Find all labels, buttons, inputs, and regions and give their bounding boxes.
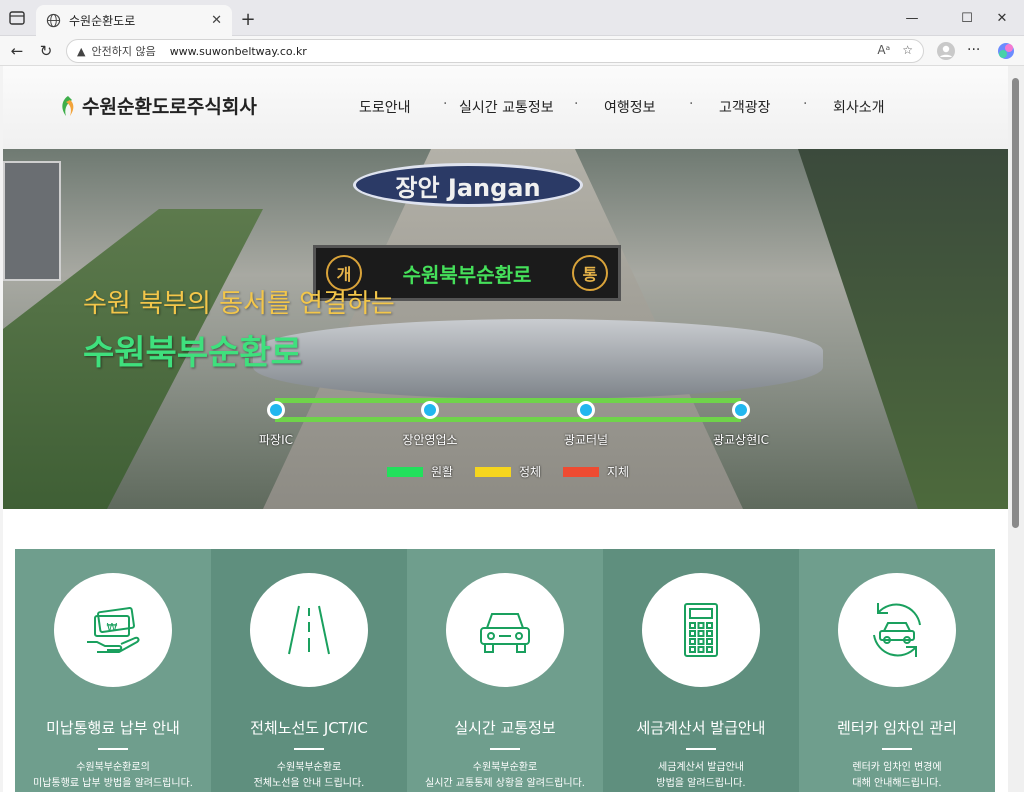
legend-label: 원활: [431, 465, 454, 479]
legend-swatch-delayed: [563, 466, 599, 477]
service-title: 전체노선도 JCT/IC: [250, 719, 368, 738]
address-bar[interactable]: ▲ 안전하지 않음 www.suwonbeltway.co.kr Aᵃ ☆: [66, 39, 924, 63]
address-bar-row: ← ↻ ▲ 안전하지 않음 www.suwonbeltway.co.kr Aᵃ …: [0, 36, 1024, 66]
route-label: 광교상현IC: [712, 433, 770, 447]
divider: [490, 748, 520, 750]
service-route-map[interactable]: 전체노선도 JCT/IC 수원북부순환로 전체노선을 안내 드립니다.: [211, 549, 407, 792]
legend-swatch-congested: [475, 466, 511, 477]
divider: [294, 748, 324, 750]
legend-label: 정체: [519, 465, 542, 479]
service-title: 렌터카 임차인 관리: [837, 719, 957, 738]
nav-realtime-traffic[interactable]: 실시간 교통정보: [459, 97, 554, 117]
web-page: 수원순환도로주식회사 도로안내 · 실시간 교통정보 · 여행정보 · 고객광장…: [3, 66, 1008, 792]
service-description: 렌터카 임차인 변경에 대해 안내해드립니다.: [852, 762, 942, 789]
minimize-button[interactable]: —: [890, 0, 934, 36]
service-rental-car[interactable]: 렌터카 임차인 관리 렌터카 임차인 변경에 대해 안내해드립니다.: [799, 549, 995, 792]
close-tab-icon[interactable]: ✕: [211, 13, 222, 28]
legend-smooth: 원활: [387, 463, 453, 480]
svg-text:₩: ₩: [107, 621, 118, 634]
globe-icon: [46, 13, 61, 28]
route-node-gwanggyo-tunnel[interactable]: [577, 401, 595, 419]
service-unpaid-toll[interactable]: ₩ 미납통행료 납부 안내 수원북부순환로의 미납통행료 납부 방법을 알려드립…: [15, 549, 211, 792]
close-window-button[interactable]: ✕: [980, 0, 1024, 36]
divider: [882, 748, 912, 750]
service-title: 미납통행료 납부 안내: [46, 719, 180, 738]
back-button[interactable]: ←: [5, 40, 29, 62]
legend-swatch-smooth: [387, 466, 423, 477]
page-scrollbar[interactable]: [1008, 66, 1024, 792]
calculator-icon: [642, 573, 760, 688]
legend-delayed: 지체: [563, 463, 629, 480]
scrollbar-thumb[interactable]: [1012, 78, 1019, 528]
hero-subtitle: 수원 북부의 동서를 연결하는: [83, 289, 395, 319]
profile-avatar-icon[interactable]: [936, 41, 956, 61]
security-warning[interactable]: 안전하지 않음: [91, 43, 155, 59]
logo-text: 수원순환도로주식회사: [82, 96, 257, 118]
nav-separator: ·: [689, 96, 694, 112]
route-node-gwanggyo-sanghyeon[interactable]: [732, 401, 750, 419]
warning-icon: ▲: [77, 44, 86, 58]
tab-title: 수원순환도로: [69, 14, 136, 28]
logo-leaf-icon: [62, 95, 74, 116]
new-tab-button[interactable]: +: [236, 7, 260, 31]
divider: [98, 748, 128, 750]
route-label: 광교터널: [563, 433, 609, 447]
vms-right-char: 통: [572, 255, 608, 291]
copilot-icon[interactable]: [996, 41, 1016, 61]
road-icon: [250, 573, 368, 688]
nav-separator: ·: [803, 96, 808, 112]
browser-tab-bar: 수원순환도로 ✕ + — ☐ ✕: [0, 0, 1024, 36]
service-menu: ₩ 미납통행료 납부 안내 수원북부순환로의 미납통행료 납부 방법을 알려드립…: [15, 549, 997, 792]
read-aloud-icon[interactable]: Aᵃ: [877, 43, 890, 57]
rental-car-icon: [838, 573, 956, 688]
route-label: 파장IC: [259, 433, 293, 447]
route-label: 장안영업소: [402, 433, 458, 447]
nav-customer-plaza[interactable]: 고객광장: [719, 97, 771, 117]
browser-tab[interactable]: 수원순환도로 ✕: [36, 5, 232, 36]
service-title: 세금계산서 발급안내: [636, 719, 766, 738]
service-title: 실시간 교통정보: [454, 719, 556, 738]
nav-separator: ·: [574, 96, 579, 112]
route-node-jangan[interactable]: [421, 401, 439, 419]
car-icon: [446, 573, 564, 688]
service-tax-invoice[interactable]: 세금계산서 발급안내 세금계산서 발급안내 방법을 알려드립니다.: [603, 549, 799, 792]
vms-text: 수원북부순환로: [402, 262, 532, 287]
nav-travel-info[interactable]: 여행정보: [604, 97, 656, 117]
nav-road-guide[interactable]: 도로안내: [359, 97, 411, 117]
legend-label: 지체: [607, 465, 630, 479]
nav-separator: ·: [443, 96, 448, 112]
favorite-star-icon[interactable]: ☆: [902, 43, 913, 57]
route-node-pajang[interactable]: [267, 401, 285, 419]
nav-company-intro[interactable]: 회사소개: [833, 97, 885, 117]
service-description: 수원북부순환로 전체노선을 안내 드립니다.: [253, 762, 365, 789]
tollgate-sign: 장안 Jangan: [353, 163, 583, 207]
divider: [686, 748, 716, 750]
tollgate-canopy: [253, 319, 823, 399]
service-description: 수원북부순환로의 미납통행료 납부 방법을 알려드립니다.: [33, 762, 193, 789]
url-text[interactable]: www.suwonbeltway.co.kr: [170, 45, 307, 58]
refresh-button[interactable]: ↻: [34, 40, 58, 62]
legend-congested: 정체: [475, 463, 541, 480]
more-options-icon[interactable]: ···: [967, 42, 980, 58]
tab-actions-icon[interactable]: [8, 9, 26, 27]
toll-payment-icon: ₩: [54, 573, 172, 688]
hero-banner: 장안 Jangan 개 수원북부순환로 통 수원 북부의 동서를 연결하는 수원…: [3, 149, 1008, 509]
route-line-westbound: [275, 417, 741, 422]
route-line-eastbound: [275, 398, 741, 403]
service-description: 수원북부순환로 실시간 교통통제 상황을 알려드립니다.: [425, 762, 585, 789]
service-description: 세금계산서 발급안내 방법을 알려드립니다.: [656, 762, 746, 789]
site-header: 수원순환도로주식회사 도로안내 · 실시간 교통정보 · 여행정보 · 고객광장…: [3, 66, 1008, 149]
service-realtime-traffic[interactable]: 실시간 교통정보 수원북부순환로 실시간 교통통제 상황을 알려드립니다.: [407, 549, 603, 792]
hero-bg-building: [3, 161, 61, 281]
site-logo[interactable]: 수원순환도로주식회사: [58, 92, 257, 119]
hero-title: 수원북부순환로: [83, 333, 302, 373]
